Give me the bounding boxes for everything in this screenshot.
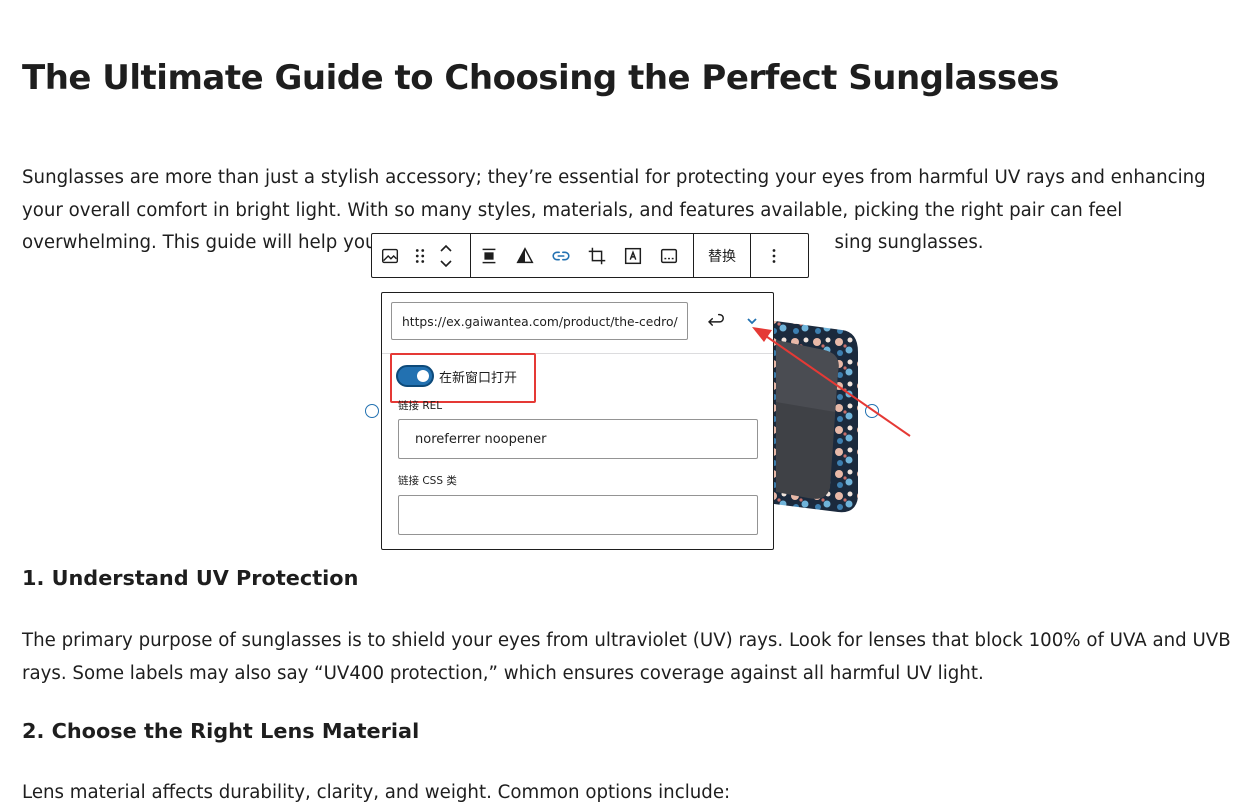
caption-icon	[660, 248, 678, 263]
align-icon	[482, 248, 496, 263]
caption-button[interactable]	[651, 234, 687, 277]
align-button[interactable]	[471, 234, 507, 277]
move-up-button[interactable]	[438, 240, 454, 256]
url-input[interactable]: https://ex.gaiwantea.com/product/the-ced…	[391, 302, 688, 340]
toggle-knob	[417, 370, 429, 382]
drag-handle-button[interactable]	[408, 234, 432, 277]
replace-button[interactable]: 替换	[694, 234, 750, 277]
link-css-class-label: 链接 CSS 类	[398, 475, 457, 487]
intro-line-2: your overall comfort in bright light. Wi…	[22, 199, 1123, 221]
post-title[interactable]: The Ultimate Guide to Choosing the Perfe…	[22, 58, 1059, 98]
resize-handle-left[interactable]	[365, 404, 379, 418]
link-rel-input[interactable]: noreferrer noopener	[398, 419, 758, 459]
more-options-icon	[772, 248, 776, 263]
move-up-icon	[440, 244, 452, 252]
url-row: https://ex.gaiwantea.com/product/the-ced…	[382, 293, 773, 354]
intro-line-1: Sunglasses are more than just a stylish …	[22, 167, 1206, 188]
open-new-tab-toggle[interactable]	[396, 365, 434, 387]
section-paragraph-lens[interactable]: Lens material affects durability, clarit…	[22, 777, 1234, 810]
open-new-tab-row: 在新窗口打开	[396, 365, 517, 387]
section-heading-lens[interactable]: 2. Choose the Right Lens Material	[22, 719, 419, 743]
intro-line-3-end: sing sunglasses.	[834, 232, 984, 253]
link-rel-label: 链接 REL	[398, 400, 443, 412]
more-options-button[interactable]	[751, 234, 797, 277]
image-block-icon	[381, 248, 399, 263]
apply-link-button[interactable]	[700, 306, 730, 336]
toolbar-group-tools	[471, 234, 694, 277]
open-new-tab-label: 在新窗口打开	[439, 370, 518, 386]
crop-icon	[588, 247, 606, 264]
duotone-filter-button[interactable]	[507, 234, 543, 277]
text-over-image-button[interactable]	[615, 234, 651, 277]
move-down-icon	[440, 259, 452, 267]
toolbar-group-replace: 替换	[694, 234, 751, 277]
annotation-arrow	[752, 327, 911, 437]
image-block-button[interactable]	[372, 234, 408, 277]
block-toolbar: 替换	[371, 233, 809, 278]
link-css-class-input[interactable]	[398, 495, 758, 535]
intro-line-3-start: overwhelming. This guide will help you	[22, 232, 377, 253]
link-settings-popover: https://ex.gaiwantea.com/product/the-ced…	[381, 292, 774, 550]
duotone-filter-icon	[516, 246, 534, 263]
drag-handle-icon	[415, 248, 425, 263]
move-down-button[interactable]	[438, 256, 454, 272]
toolbar-group-more	[751, 234, 797, 277]
text-over-image-icon	[624, 247, 642, 264]
section-paragraph-uv[interactable]: The primary purpose of sunglasses is to …	[22, 625, 1234, 690]
enter-icon	[708, 313, 724, 326]
block-mover	[432, 234, 460, 277]
section-heading-uv[interactable]: 1. Understand UV Protection	[22, 566, 358, 590]
link-button[interactable]	[543, 234, 579, 277]
link-icon	[552, 251, 570, 260]
crop-button[interactable]	[579, 234, 615, 277]
toolbar-group-block	[372, 234, 471, 277]
